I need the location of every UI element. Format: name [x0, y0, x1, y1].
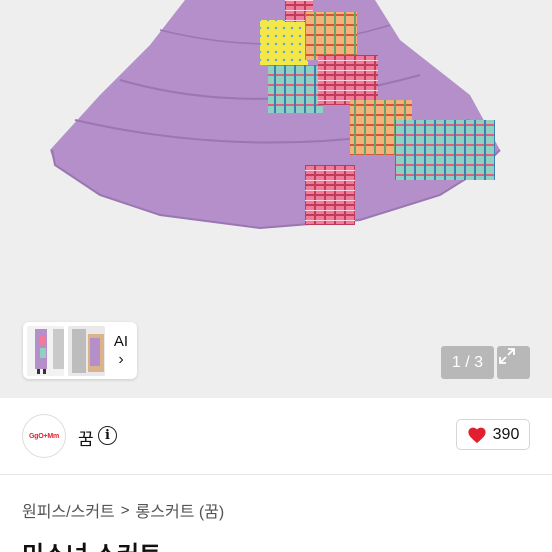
chevron-right-icon: › [118, 351, 124, 368]
thumbnail-image[interactable] [27, 325, 64, 376]
expand-button[interactable] [497, 346, 530, 379]
seller-name[interactable]: 꿈 [78, 425, 94, 450]
seller-row: GgO+Mm 꿈 i 390 [0, 398, 552, 475]
info-icon[interactable]: i [98, 426, 117, 445]
image-pager: 1 / 3 [441, 346, 494, 379]
breadcrumb-subcategory[interactable]: 롱스커트 (꿈) [136, 498, 225, 522]
ai-button[interactable]: AI › [109, 326, 133, 376]
product-image[interactable]: AI › 1 / 3 [0, 0, 552, 398]
breadcrumb: 원피스/스커트 > 롱스커트 (꿈) [22, 498, 224, 522]
thumbnail-strip[interactable]: AI › [23, 322, 137, 379]
seller-avatar[interactable]: GgO+Mm [22, 414, 66, 458]
expand-icon [499, 348, 515, 364]
like-button[interactable]: 390 [456, 419, 530, 450]
ai-label: AI [113, 333, 129, 350]
chevron-right-icon: > [120, 501, 130, 519]
like-count: 390 [492, 425, 520, 443]
breadcrumb-category[interactable]: 원피스/스커트 [22, 498, 115, 522]
avatar-text: GgO+Mm [28, 432, 60, 440]
product-title: 미소녀 스커트 [22, 535, 161, 552]
heart-icon [468, 427, 486, 443]
thumbnail-image[interactable] [67, 325, 105, 376]
